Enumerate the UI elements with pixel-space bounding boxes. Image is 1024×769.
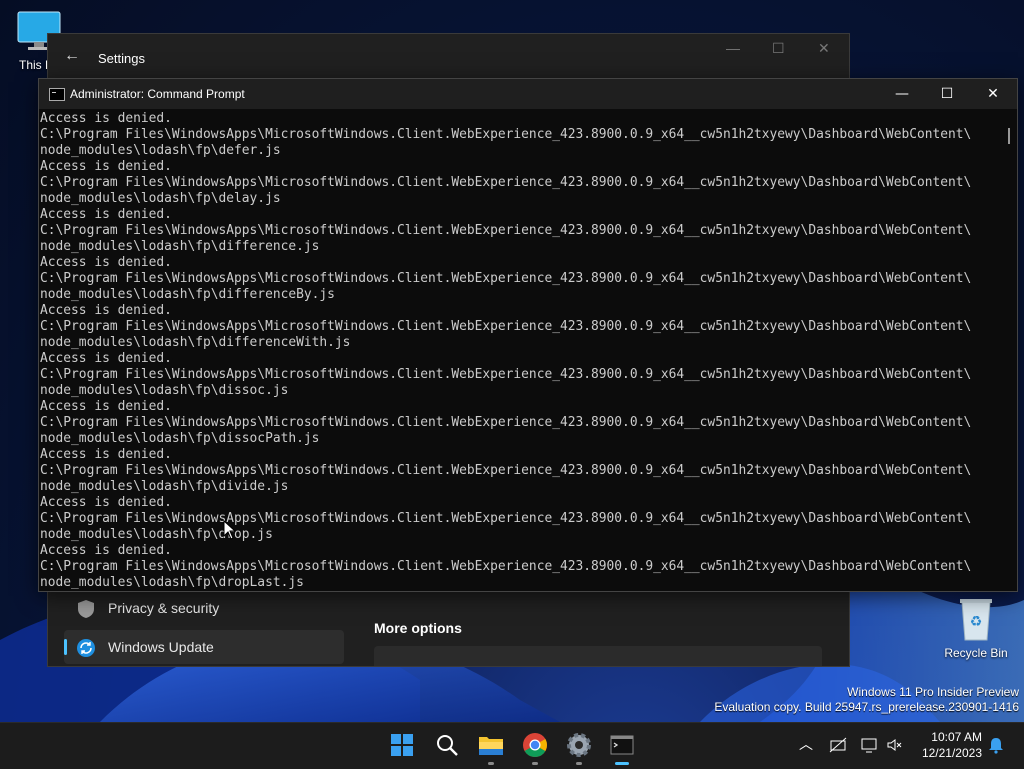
- console-line: Access is denied.: [40, 111, 172, 126]
- file-explorer-icon: [479, 737, 503, 755]
- console-line: node_modules\lodash\fp\dissocPath.js: [40, 431, 320, 446]
- console-line: Access is denied.: [40, 207, 172, 222]
- console-line: C:\Program Files\WindowsApps\MicrosoftWi…: [40, 559, 972, 574]
- taskbar-start-button[interactable]: [384, 727, 420, 763]
- back-arrow-icon[interactable]: ←: [64, 47, 80, 65]
- nav-item-label: Windows Update: [108, 639, 214, 655]
- console-line: node_modules\lodash\fp\difference.js: [40, 239, 320, 254]
- section-heading: More options: [374, 620, 462, 636]
- clock[interactable]: 10:07 AM 12/21/2023: [912, 729, 982, 761]
- console-line: node_modules\lodash\fp\drop.js: [40, 527, 273, 542]
- clock-date: 12/21/2023: [921, 746, 982, 760]
- console-line: node_modules\lodash\fp\delay.js: [40, 191, 281, 206]
- taskbar: ︿ 10:07 AM 12/21/2023: [0, 722, 1024, 769]
- command-prompt-icon: [610, 735, 634, 755]
- console-line: C:\Program Files\WindowsApps\MicrosoftWi…: [40, 463, 972, 478]
- volume-muted-icon[interactable]: [885, 735, 905, 755]
- console-line: C:\Program Files\WindowsApps\MicrosoftWi…: [40, 223, 972, 238]
- svg-text:♻: ♻: [970, 614, 983, 630]
- console-line: C:\Program Files\WindowsApps\MicrosoftWi…: [40, 175, 972, 190]
- console-line: C:\Program Files\WindowsApps\MicrosoftWi…: [40, 271, 972, 286]
- start-icon: [391, 734, 413, 756]
- minimize-button[interactable]: —: [887, 83, 917, 105]
- chevron-up-icon[interactable]: ︿: [796, 735, 816, 755]
- taskbar-command-prompt[interactable]: [604, 727, 640, 765]
- command-prompt-icon: [49, 88, 65, 101]
- console-line: node_modules\lodash\fp\differenceWith.js: [40, 335, 351, 350]
- taskbar-search-button[interactable]: [429, 727, 465, 763]
- console-line: C:\Program Files\WindowsApps\MicrosoftWi…: [40, 367, 972, 382]
- console-line: Access is denied.: [40, 351, 172, 366]
- console-line: C:\Program Files\WindowsApps\MicrosoftWi…: [40, 415, 972, 430]
- console-line: node_modules\lodash\fp\dissoc.js: [40, 383, 289, 398]
- settings-icon: [567, 733, 591, 757]
- clock-time: 10:07 AM: [931, 730, 982, 744]
- console-line: Access is denied.: [40, 543, 172, 558]
- notification-bell-icon[interactable]: [986, 735, 1006, 755]
- window-title: Administrator: Command Prompt: [70, 87, 245, 101]
- nav-item-label: Privacy & security: [108, 600, 220, 616]
- search-icon: [437, 735, 458, 756]
- close-icon[interactable]: ✕: [818, 40, 830, 57]
- desktop-icon-recycle-bin[interactable]: ♻ Recycle Bin: [938, 596, 1014, 660]
- console-line: C:\Program Files\WindowsApps\MicrosoftWi…: [40, 511, 972, 526]
- windows-update-icon: [77, 639, 95, 657]
- console-line: Access is denied.: [40, 303, 172, 318]
- shield-icon: [78, 600, 94, 618]
- console-line: node_modules\lodash\fp\differenceBy.js: [40, 287, 335, 302]
- console-line: C:\Program Files\WindowsApps\MicrosoftWi…: [40, 127, 972, 142]
- selection-indicator: [64, 639, 67, 655]
- watermark-line: Evaluation copy. Build 25947.rs_prerelea…: [714, 700, 1019, 714]
- network-off-icon[interactable]: [828, 735, 848, 755]
- desktop-icon-label: Recycle Bin: [944, 646, 1008, 660]
- console-line: node_modules\lodash\fp\dropLast.js: [40, 575, 304, 589]
- taskbar-settings[interactable]: [561, 727, 597, 765]
- minimize-icon[interactable]: —: [726, 40, 740, 56]
- options-card[interactable]: [374, 646, 822, 666]
- console-line: Access is denied.: [40, 159, 172, 174]
- console-line: node_modules\lodash\fp\defer.js: [40, 143, 281, 158]
- maximize-icon[interactable]: ☐: [772, 40, 785, 57]
- mouse-cursor-icon: [223, 520, 237, 540]
- watermark-line: Windows 11 Pro Insider Preview: [847, 685, 1019, 699]
- recycle-bin-icon: ♻: [960, 599, 992, 641]
- console-line: Access is denied.: [40, 255, 172, 270]
- console-line: node_modules\lodash\fp\divide.js: [40, 479, 289, 494]
- settings-title: Settings: [98, 51, 145, 66]
- scrollbar-thumb[interactable]: [1008, 128, 1010, 144]
- display-icon[interactable]: [859, 735, 879, 755]
- nav-item-windows-update[interactable]: Windows Update: [64, 630, 344, 664]
- console-line: Access is denied.: [40, 495, 172, 510]
- console-line: Access is denied.: [40, 447, 172, 462]
- title-bar[interactable]: Administrator: Command Prompt — ☐ ✕: [39, 79, 1017, 109]
- evaluation-watermark: Windows 11 Pro Insider Preview Evaluatio…: [714, 685, 1019, 715]
- taskbar-file-explorer[interactable]: [473, 727, 509, 765]
- console-output[interactable]: Access is denied. C:\Program Files\Window…: [40, 111, 1002, 589]
- command-prompt-window[interactable]: Administrator: Command Prompt — ☐ ✕ Acce…: [38, 78, 1018, 592]
- chrome-icon: [523, 733, 547, 758]
- console-line: C:\Program Files\WindowsApps\MicrosoftWi…: [40, 319, 972, 334]
- taskbar-chrome[interactable]: [517, 727, 553, 765]
- console-line: Access is denied.: [40, 399, 172, 414]
- maximize-button[interactable]: ☐: [932, 83, 962, 105]
- close-button[interactable]: ✕: [978, 83, 1008, 105]
- nav-item-privacy-security[interactable]: Privacy & security: [64, 591, 344, 627]
